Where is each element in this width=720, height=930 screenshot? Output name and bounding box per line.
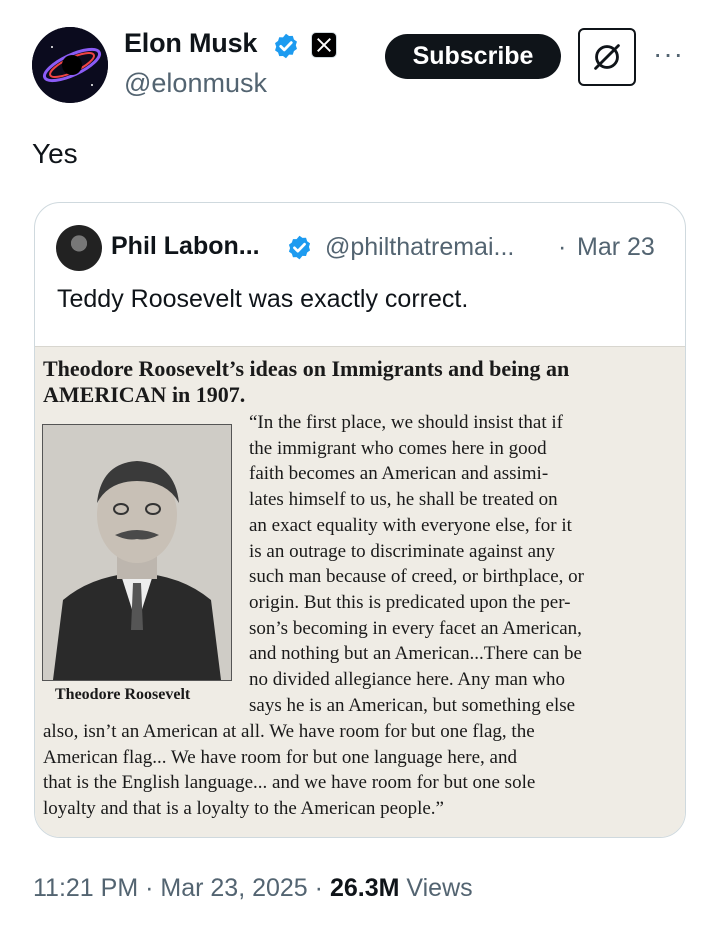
grok-icon[interactable] [578, 28, 636, 86]
body-line: and nothing but an American...There can … [249, 643, 582, 665]
body-line: American flag... We have room for but on… [43, 746, 517, 768]
separator-dot: · [145, 874, 154, 902]
views-count: 26.3M [329, 874, 400, 902]
verified-badge-icon [286, 234, 313, 261]
body-line: also, isn’t an American at all. We have … [43, 721, 535, 742]
document-title: Theodore Roosevelt’s ideas on Immigrants… [43, 356, 570, 407]
quoted-post-date[interactable]: Mar 23 [577, 233, 655, 262]
quoted-author-avatar[interactable] [56, 225, 102, 271]
body-line: faith becomes an American and assimi- [249, 463, 549, 485]
body-line: such man because of creed, or birthplace… [249, 566, 584, 588]
verified-badge-icon[interactable] [272, 32, 300, 60]
roosevelt-portrait [42, 424, 232, 681]
body-line: an exact equality with everyone else, fo… [249, 514, 572, 536]
body-line: lates himself to us, he shall be treated… [249, 489, 558, 511]
body-line: loyalty and that is a loyalty to the Ame… [43, 798, 444, 820]
quoted-post-image[interactable]: Theodore Roosevelt’s ideas on Immigrants… [35, 346, 685, 837]
quoted-author-handle[interactable]: @philthatremai... [325, 233, 514, 262]
post-time[interactable]: 11:21 PM [33, 874, 138, 902]
quoted-post-text: Teddy Roosevelt was exactly correct. [57, 285, 469, 313]
x-logo-icon[interactable] [311, 32, 337, 58]
author-avatar[interactable] [32, 27, 108, 103]
body-line: son’s becoming in every facet an America… [249, 617, 582, 639]
body-line: no divided allegiance here. Any man who [249, 669, 566, 691]
author-handle[interactable]: @elonmusk [124, 68, 267, 99]
post-date[interactable]: Mar 23, 2025 [160, 874, 307, 902]
body-line: says he is an American, but something el… [249, 694, 576, 716]
quoted-post[interactable]: Phil Labon... @philthatremai... · Mar 23… [34, 202, 686, 838]
more-icon[interactable]: ··· [653, 38, 684, 70]
body-line: the immigrant who comes here in good [249, 437, 547, 459]
body-line: “In the first place, we should insist th… [249, 412, 563, 433]
subscribe-button[interactable]: Subscribe [385, 34, 561, 79]
views-label: Views [406, 874, 473, 902]
post-text: Yes [32, 138, 78, 169]
body-line: that is the English language... and we h… [43, 772, 536, 794]
document-body-upper: “In the first place, we should insist th… [249, 410, 667, 718]
separator-dot: · [314, 874, 323, 902]
body-line: origin. But this is predicated upon the … [249, 591, 571, 613]
quoted-author-name[interactable]: Phil Labon... [111, 232, 260, 261]
portrait-caption: Theodore Roosevelt [55, 686, 191, 703]
author-name[interactable]: Elon Musk [124, 28, 257, 59]
document-body-lower: also, isn’t an American at all. We have … [43, 719, 667, 822]
body-line: is an outrage to discriminate against an… [249, 540, 556, 562]
separator-dot: · [558, 233, 567, 261]
post-metadata: 11:21 PM · Mar 23, 2025 · 26.3M Views [33, 874, 473, 903]
